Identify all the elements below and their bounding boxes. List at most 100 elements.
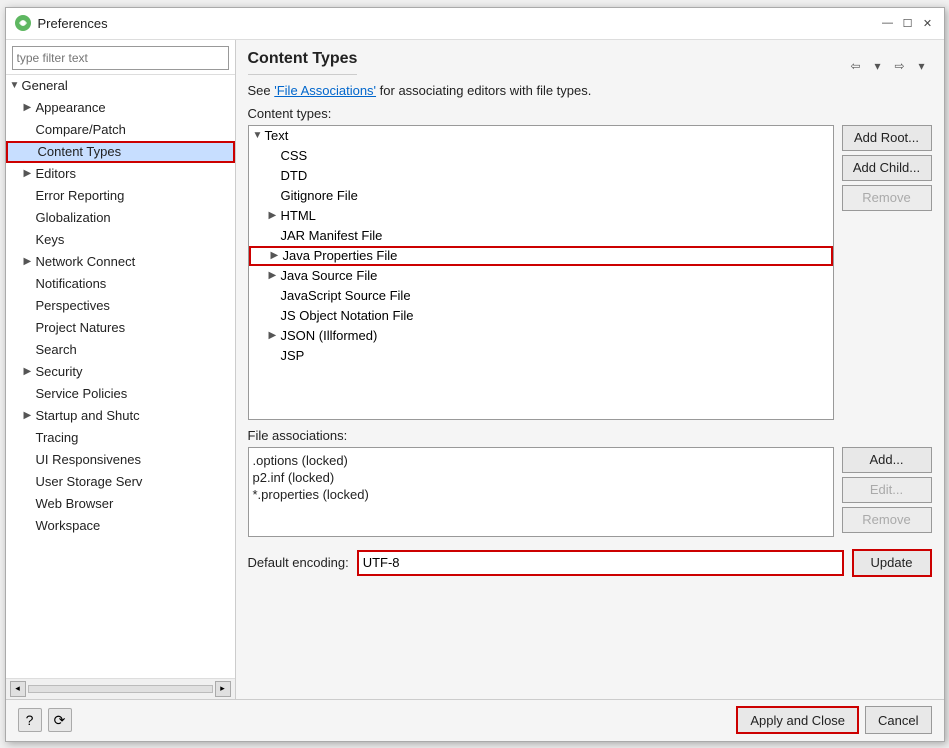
sidebar-label-globalization: Globalization [36, 210, 111, 225]
sidebar-label-search: Search [36, 342, 77, 357]
help-button[interactable]: ? [18, 708, 42, 732]
expand-arrow-tracing [24, 432, 36, 443]
file-assoc-item-2[interactable]: p2.inf (locked) [253, 469, 829, 486]
sidebar-item-globalization[interactable]: Globalization [6, 207, 235, 229]
sidebar-label-keys: Keys [36, 232, 65, 247]
encoding-row: Default encoding: Update [248, 549, 932, 577]
content-type-text-label: Text [265, 128, 289, 143]
content-type-js-object-label: JS Object Notation File [281, 308, 414, 323]
sidebar-label-general: General [22, 78, 68, 93]
edit-assoc-button[interactable]: Edit... [842, 477, 932, 503]
expand-html-arrow: ▶ [269, 210, 281, 221]
expand-jsp-arrow [269, 350, 281, 361]
scroll-left-button[interactable]: ◂ [10, 681, 26, 697]
sidebar-item-workspace[interactable]: Workspace [6, 515, 235, 537]
scroll-right-button[interactable]: ▸ [215, 681, 231, 697]
content-type-js-source[interactable]: JavaScript Source File [249, 286, 833, 306]
minimize-button[interactable]: — [880, 15, 896, 31]
content-types-label: Content types: [248, 106, 932, 121]
content-type-java-properties[interactable]: ▶ Java Properties File [249, 246, 833, 266]
add-root-button[interactable]: Add Root... [842, 125, 932, 151]
sidebar-label-network: Network Connect [36, 254, 136, 269]
content-type-jsp[interactable]: JSP [249, 346, 833, 366]
apply-close-button[interactable]: Apply and Close [736, 706, 859, 734]
sidebar-item-startup[interactable]: ▶ Startup and Shutc [6, 405, 235, 427]
app-icon [14, 14, 32, 32]
content-type-text[interactable]: ▼ Text [249, 126, 833, 146]
expand-arrow-network: ▶ [24, 256, 36, 267]
sidebar-item-web-browser[interactable]: Web Browser [6, 493, 235, 515]
content-type-gitignore-label: Gitignore File [281, 188, 358, 203]
file-associations-link[interactable]: 'File Associations' [274, 83, 376, 98]
content-type-js-object[interactable]: JS Object Notation File [249, 306, 833, 326]
content-type-java-source[interactable]: ▶ Java Source File [249, 266, 833, 286]
sidebar-item-network-connect[interactable]: ▶ Network Connect [6, 251, 235, 273]
sidebar-item-perspectives[interactable]: Perspectives [6, 295, 235, 317]
file-assoc-list[interactable]: .options (locked) p2.inf (locked) *.prop… [248, 447, 834, 537]
info-text-after: for associating editors with file types. [376, 83, 591, 98]
sidebar-label-ui-resp: UI Responsivenes [36, 452, 142, 467]
add-child-button[interactable]: Add Child... [842, 155, 932, 181]
dialog-body: ▼ General ▶ Appearance Compare/Patch Con… [6, 40, 944, 699]
sidebar-item-search[interactable]: Search [6, 339, 235, 361]
expand-css-arrow [269, 150, 281, 161]
sidebar-label-compare: Compare/Patch [36, 122, 126, 137]
content-type-html[interactable]: ▶ HTML [249, 206, 833, 226]
sidebar-item-user-storage[interactable]: User Storage Serv [6, 471, 235, 493]
maximize-button[interactable]: ☐ [900, 15, 916, 31]
update-button[interactable]: Update [852, 549, 932, 577]
sidebar-item-ui-resp[interactable]: UI Responsivenes [6, 449, 235, 471]
title-bar-left: Preferences [14, 14, 108, 32]
preferences-dialog: Preferences — ☐ ✕ ▼ General ▶ Ap [5, 7, 945, 742]
sidebar-item-general[interactable]: ▼ General [6, 75, 235, 97]
sidebar-item-editors[interactable]: ▶ Editors [6, 163, 235, 185]
expand-arrow-security: ▶ [24, 366, 36, 377]
content-type-jar[interactable]: JAR Manifest File [249, 226, 833, 246]
sidebar-label-startup: Startup and Shutc [36, 408, 140, 423]
nav-forward-dropdown-button[interactable]: ▾ [912, 56, 932, 76]
content-type-jar-label: JAR Manifest File [281, 228, 383, 243]
content-type-dtd[interactable]: DTD [249, 166, 833, 186]
content-type-css[interactable]: CSS [249, 146, 833, 166]
cancel-button[interactable]: Cancel [865, 706, 931, 734]
sidebar-item-security[interactable]: ▶ Security [6, 361, 235, 383]
sidebar-item-project-natures[interactable]: Project Natures [6, 317, 235, 339]
restore-defaults-button[interactable]: ⟳ [48, 708, 72, 732]
content-type-jsp-label: JSP [281, 348, 305, 363]
bottom-bar: ? ⟳ Apply and Close Cancel [6, 699, 944, 741]
nav-dropdown-button[interactable]: ▾ [868, 56, 888, 76]
add-assoc-button[interactable]: Add... [842, 447, 932, 473]
expand-js-object-arrow [269, 310, 281, 321]
expand-arrow-content-types [26, 146, 38, 157]
remove-assoc-button[interactable]: Remove [842, 507, 932, 533]
sidebar-label-appearance: Appearance [36, 100, 106, 115]
filter-input[interactable] [12, 46, 229, 70]
close-button[interactable]: ✕ [920, 15, 936, 31]
expand-arrow-globalization [24, 212, 36, 223]
content-type-gitignore[interactable]: Gitignore File [249, 186, 833, 206]
encoding-input[interactable] [357, 550, 844, 576]
sidebar-item-compare-patch[interactable]: Compare/Patch [6, 119, 235, 141]
sidebar-item-keys[interactable]: Keys [6, 229, 235, 251]
sidebar-item-error-reporting[interactable]: Error Reporting [6, 185, 235, 207]
dialog-title: Preferences [38, 16, 108, 31]
info-text: See 'File Associations' for associating … [248, 83, 932, 98]
sidebar-item-notifications[interactable]: Notifications [6, 273, 235, 295]
content-types-area: ▼ Text CSS DTD Gitignore File [248, 125, 932, 420]
sidebar-item-service-policies[interactable]: Service Policies [6, 383, 235, 405]
file-assoc-item-3[interactable]: *.properties (locked) [253, 486, 829, 503]
nav-forward-button[interactable]: ⇨ [890, 56, 910, 76]
sidebar-label-service: Service Policies [36, 386, 128, 401]
sidebar-item-appearance[interactable]: ▶ Appearance [6, 97, 235, 119]
right-header: Content Types ⇦ ▾ ⇨ ▾ [248, 50, 932, 83]
sidebar-label-content-types: Content Types [38, 144, 122, 159]
nav-back-button[interactable]: ⇦ [846, 56, 866, 76]
sidebar-item-tracing[interactable]: Tracing [6, 427, 235, 449]
expand-arrow-keys [24, 234, 36, 245]
sidebar-item-content-types[interactable]: Content Types [6, 141, 235, 163]
remove-type-button[interactable]: Remove [842, 185, 932, 211]
content-type-java-properties-label: Java Properties File [283, 248, 398, 263]
file-assoc-item-1[interactable]: .options (locked) [253, 452, 829, 469]
content-types-list[interactable]: ▼ Text CSS DTD Gitignore File [248, 125, 834, 420]
content-type-json-illformed[interactable]: ▶ JSON (Illformed) [249, 326, 833, 346]
